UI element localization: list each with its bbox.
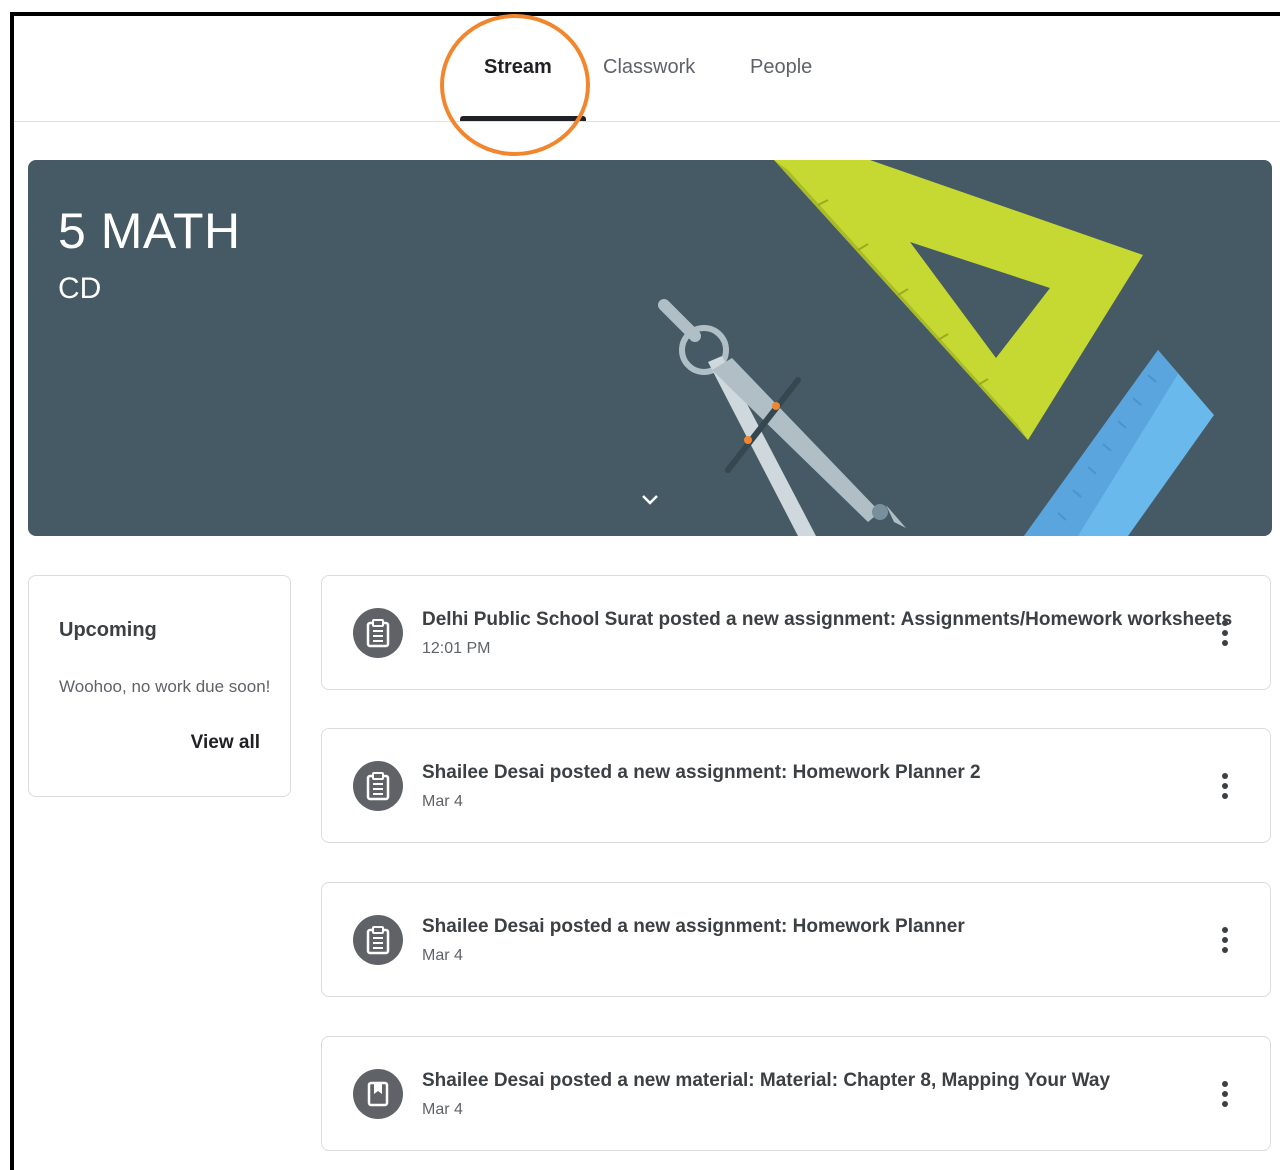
assignment-icon	[353, 915, 403, 965]
chevron-down-icon[interactable]	[636, 486, 664, 514]
assignment-icon	[353, 608, 403, 658]
post-date: 12:01 PM	[422, 640, 491, 657]
post-title[interactable]: Delhi Public School Surat posted a new a…	[422, 609, 1232, 631]
post-title[interactable]: Shailee Desai posted a new assignment: H…	[422, 916, 965, 938]
stream-post[interactable]: Shailee Desai posted a new assignment: H…	[321, 882, 1271, 997]
class-section: CD	[58, 272, 102, 305]
class-banner: 5 MATH CD	[28, 160, 1272, 536]
frame-border-left	[10, 12, 14, 1170]
stream-post[interactable]: Delhi Public School Surat posted a new a…	[321, 575, 1271, 690]
tab-people[interactable]: People	[750, 56, 812, 79]
upcoming-empty-message: Woohoo, no work due soon!	[59, 677, 271, 696]
stream-post[interactable]: Shailee Desai posted a new assignment: H…	[321, 728, 1271, 843]
post-date: Mar 4	[422, 793, 463, 810]
assignment-icon	[353, 761, 403, 811]
post-title[interactable]: Shailee Desai posted a new material: Mat…	[422, 1070, 1110, 1092]
tab-bar: Stream Classwork People	[14, 16, 1280, 122]
material-icon	[353, 1069, 403, 1119]
stream-post[interactable]: Shailee Desai posted a new material: Mat…	[321, 1036, 1271, 1151]
post-title[interactable]: Shailee Desai posted a new assignment: H…	[422, 762, 981, 784]
class-title[interactable]: 5 MATH	[58, 202, 241, 260]
compass-illustration	[658, 299, 906, 536]
post-date: Mar 4	[422, 1101, 463, 1118]
more-options-icon[interactable]	[1214, 923, 1236, 957]
set-square-illustration	[774, 160, 1143, 440]
tab-classwork[interactable]: Classwork	[603, 56, 695, 79]
more-options-icon[interactable]	[1214, 769, 1236, 803]
view-all-link[interactable]: View all	[191, 732, 260, 754]
more-options-icon[interactable]	[1214, 616, 1236, 650]
stream-highlight-circle	[440, 14, 590, 156]
more-options-icon[interactable]	[1214, 1077, 1236, 1111]
upcoming-card: Upcoming Woohoo, no work due soon! View …	[28, 575, 291, 797]
post-date: Mar 4	[422, 947, 463, 964]
upcoming-title: Upcoming	[59, 619, 157, 641]
